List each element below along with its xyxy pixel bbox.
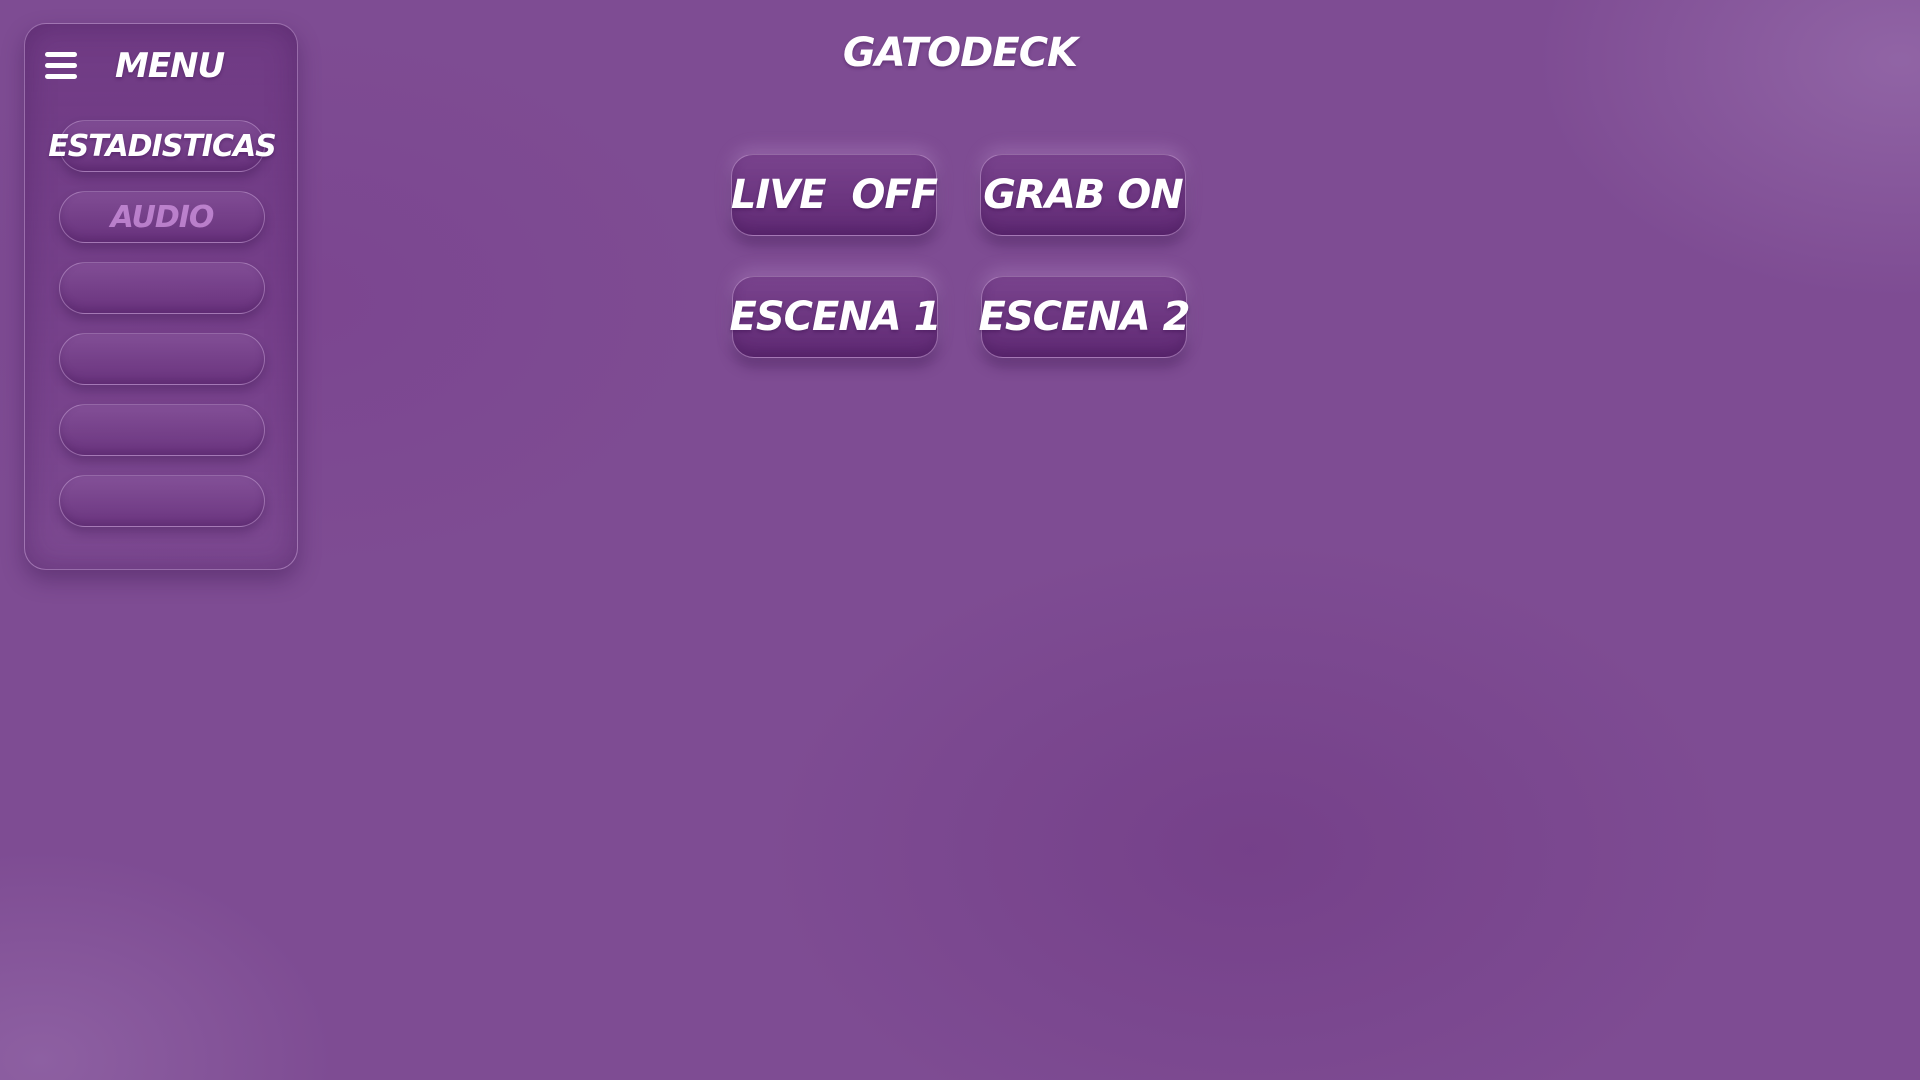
sidebar-menu: MENU ESTADISTICAS AUDIO (24, 23, 298, 570)
app-title: GATODECK (842, 30, 1078, 76)
scene-1-button[interactable]: ESCENA 1 (730, 276, 942, 358)
sidebar-item-estadisticas[interactable]: ESTADISTICAS (48, 120, 277, 172)
scene-2-button[interactable]: ESCENA 2 (979, 276, 1191, 358)
sidebar-item-empty-4[interactable] (59, 475, 265, 527)
sidebar-item-audio[interactable]: AUDIO (59, 191, 265, 243)
sidebar-item-empty-2[interactable] (59, 333, 265, 385)
sidebar-item-empty-3[interactable] (59, 404, 265, 456)
grab-toggle-button[interactable]: GRAB ON (980, 154, 1186, 236)
live-toggle-button[interactable]: LIVE OFF (731, 154, 938, 236)
sidebar-item-empty-1[interactable] (59, 262, 265, 314)
